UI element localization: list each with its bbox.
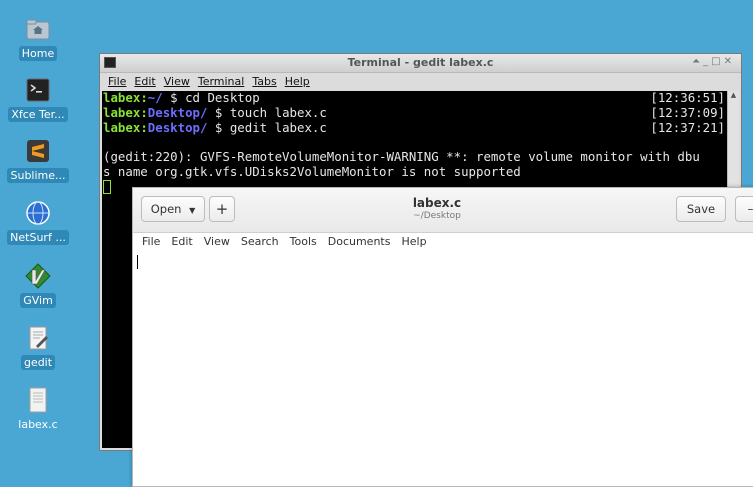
terminal-cursor	[103, 179, 111, 194]
timestamp: [12:37:09]	[650, 104, 725, 120]
menu-documents[interactable]: Documents	[328, 233, 391, 251]
shade-icon[interactable]: ⏶	[692, 56, 703, 67]
document-title: labex.c	[412, 196, 462, 210]
gedit-menubar: File Edit View Search Tools Documents Help	[133, 233, 753, 251]
terminal-titlebar[interactable]: Terminal - gedit labex.c ⏶_□✕	[100, 54, 741, 73]
terminal-menubar: File Edit View Terminal Tabs Help	[100, 73, 741, 91]
maximize-icon[interactable]: □	[711, 56, 723, 67]
menu-help[interactable]: Help	[401, 233, 426, 251]
window-controls: ⏶_□✕	[692, 56, 735, 67]
menu-file[interactable]: File	[142, 233, 160, 251]
text-file-icon	[24, 386, 52, 414]
gedit-window[interactable]: Open ▼ + labex.c ~/Desktop Save – File Ed…	[132, 187, 753, 487]
menu-help[interactable]: Help	[285, 73, 310, 91]
gedit-headerbar[interactable]: Open ▼ + labex.c ~/Desktop Save –	[133, 188, 753, 233]
desktop-icon-label: NetSurf ...	[7, 230, 69, 245]
desktop-icon-gedit[interactable]: gedit	[5, 324, 71, 374]
desktop-icon-label: Sublime...	[7, 168, 69, 183]
menu-view[interactable]: View	[204, 233, 230, 251]
terminal-line: labex:Desktop/ $ touch labex.c [12:37:09]	[103, 104, 725, 120]
home-folder-icon	[24, 15, 52, 43]
command-text: $ touch labex.c	[207, 104, 327, 120]
warning-line: (gedit:220): GVFS-RemoteVolumeMonitor-WA…	[103, 149, 700, 165]
menu-edit[interactable]: Edit	[171, 233, 192, 251]
desktop-icon-labex-c[interactable]: labex.c	[5, 386, 71, 436]
menu-view[interactable]: View	[164, 73, 190, 91]
command-text: $ cd Desktop	[162, 91, 260, 105]
menu-search[interactable]: Search	[241, 233, 279, 251]
warning-line: s name org.gtk.vfs.UDisks2VolumeMonitor …	[103, 163, 521, 179]
save-button[interactable]: Save	[676, 196, 726, 222]
timestamp: [12:37:21]	[650, 119, 725, 135]
menu-edit[interactable]: Edit	[134, 73, 155, 91]
netsurf-globe-icon	[24, 199, 52, 227]
desktop-icon-label: GVim	[20, 293, 56, 308]
desktop-icon-label: Xfce Ter...	[8, 107, 68, 122]
desktop-icon-netsurf[interactable]: NetSurf ...	[5, 199, 71, 249]
minimize-icon: –	[747, 202, 753, 216]
gedit-icon	[24, 324, 52, 352]
desktop-icon-gvim[interactable]: GVim	[5, 262, 71, 312]
terminal-line: labex:Desktop/ $ gedit labex.c [12:37:21]	[103, 119, 725, 135]
text-editor-area[interactable]	[133, 251, 753, 486]
desktop-icon-home[interactable]: Home	[5, 15, 71, 65]
desktop-icon-label: gedit	[20, 355, 56, 370]
menu-file[interactable]: File	[108, 73, 126, 91]
gvim-icon	[24, 262, 52, 290]
terminal-icon	[24, 76, 52, 104]
prompt-user: labex	[103, 119, 141, 135]
scroll-up-icon[interactable]: ▲	[728, 91, 739, 99]
desktop-icon-sublime[interactable]: Sublime...	[5, 137, 71, 187]
sublime-text-icon	[24, 137, 52, 165]
prompt-path: Desktop/	[147, 119, 208, 135]
prompt-user: labex	[103, 91, 141, 105]
terminal-line: labex:~/ $ cd Desktop [12:36:51]	[103, 91, 725, 105]
desktop-icon-label: Home	[18, 46, 58, 61]
terminal-title: Terminal - gedit labex.c	[347, 56, 494, 69]
gedit-title-block: labex.c ~/Desktop	[133, 196, 741, 221]
minimize-icon[interactable]: _	[703, 56, 711, 67]
menu-terminal[interactable]: Terminal	[198, 73, 245, 91]
desktop-icon-label: labex.c	[18, 418, 58, 431]
prompt-user: labex	[103, 104, 141, 120]
save-button-label: Save	[686, 202, 716, 216]
close-icon[interactable]: ✕	[724, 56, 735, 67]
command-text: $ gedit labex.c	[207, 119, 327, 135]
prompt-path: ~/	[147, 91, 163, 105]
prompt-path: Desktop/	[147, 104, 208, 120]
menu-tabs[interactable]: Tabs	[252, 73, 276, 91]
text-caret	[137, 255, 138, 269]
timestamp: [12:36:51]	[650, 91, 725, 105]
window-menu-button[interactable]: –	[735, 196, 753, 222]
document-path: ~/Desktop	[413, 211, 461, 221]
desktop-icon-xfce-terminal[interactable]: Xfce Ter...	[5, 76, 71, 126]
menu-tools[interactable]: Tools	[290, 233, 317, 251]
